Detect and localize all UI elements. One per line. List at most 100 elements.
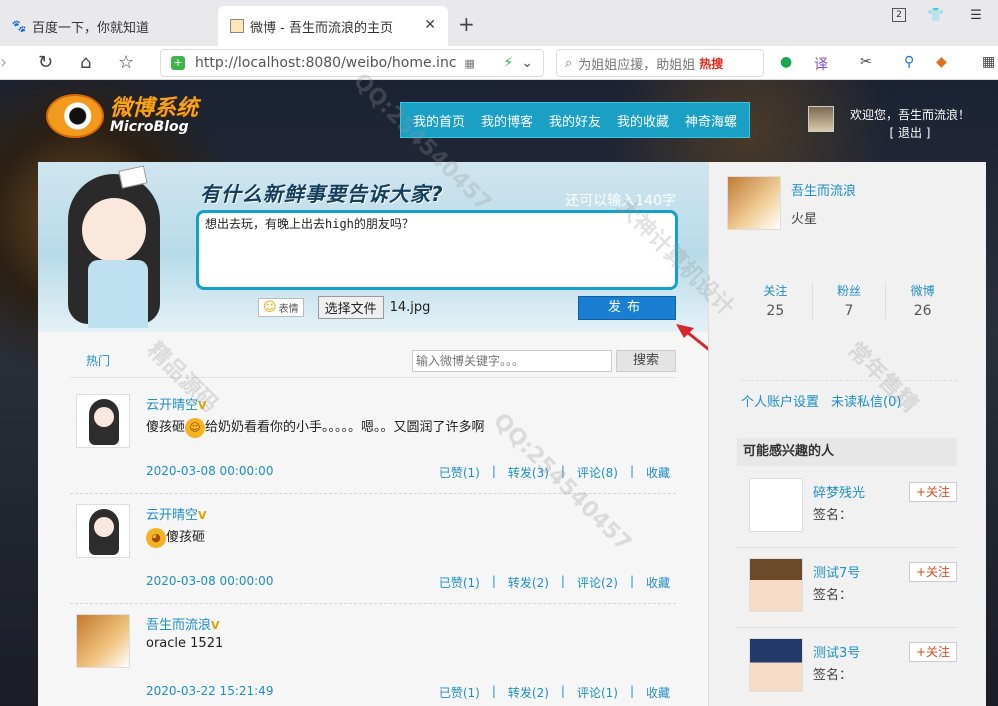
shirt-icon[interactable]: 👕	[926, 8, 946, 23]
post-author-name[interactable]: 吾生而流浪	[146, 618, 211, 633]
like-link[interactable]: 已赞(1)	[439, 684, 480, 701]
choose-file-button[interactable]: 选择文件	[317, 296, 384, 319]
stat-following[interactable]: 关注 25	[739, 282, 813, 319]
new-tab-button[interactable]: +	[458, 12, 475, 36]
back-icon[interactable]: ›	[0, 52, 7, 73]
tab-weibo[interactable]: 微博 - 吾生而流浪的主页 ✕	[218, 6, 448, 46]
post-text-after: 傻孩砸	[166, 530, 206, 545]
verified-badge: V	[198, 399, 207, 412]
suggestion-item: 碎梦残光 签名： +关注	[737, 468, 957, 548]
stat-fans[interactable]: 粉丝 7	[813, 282, 887, 319]
suggestion-name[interactable]: 测试7号	[813, 562, 860, 581]
favorite-link[interactable]: 收藏	[646, 684, 670, 701]
like-link[interactable]: 已赞(1)	[439, 574, 480, 591]
profile-location: 火星	[791, 212, 818, 227]
publisher-panel: 有什么新鲜事要告诉大家? 还可以输入140字 想出去玩，有晚上出去high的朋友…	[38, 162, 708, 332]
publisher-slogan: 有什么新鲜事要告诉大家?	[200, 182, 444, 206]
favorite-link[interactable]: 收藏	[646, 574, 670, 591]
suggestion-name[interactable]: 测试3号	[813, 642, 860, 661]
post-date[interactable]: 2020-03-08 00:00:00	[146, 574, 273, 588]
follow-button[interactable]: +关注	[909, 562, 957, 582]
repost-link[interactable]: 转发(3)	[508, 464, 549, 481]
repost-link[interactable]: 转发(2)	[508, 684, 549, 701]
browser-search[interactable]: ⌕ 为姐姐应援，助姐姐 热搜	[556, 49, 764, 77]
post-actions: 已赞(1) | 转发(2) | 评论(1) | 收藏	[438, 684, 670, 701]
comment-link[interactable]: 评论(2)	[577, 574, 618, 591]
post-author-name[interactable]: 云开晴空	[146, 508, 198, 523]
welcome-text: 欢迎您，吾生而流浪！	[850, 108, 971, 122]
suggestion-avatar[interactable]	[749, 558, 803, 612]
star-icon[interactable]: ☆	[118, 52, 134, 73]
translate-icon[interactable]: 译	[814, 54, 828, 74]
nav-blog[interactable]: 我的博客	[481, 111, 533, 130]
publish-button[interactable]: 发布	[578, 296, 676, 320]
apps-grid-icon[interactable]: ▦	[982, 54, 995, 70]
post-actions: 已赞(1) | 转发(2) | 评论(2) | 收藏	[438, 574, 670, 591]
site-logo[interactable]: 微博系统 MicroBlog	[46, 94, 198, 138]
nav-favorites[interactable]: 我的收藏	[617, 111, 669, 130]
suggestion-sign: 签名：	[813, 668, 853, 683]
url-bar[interactable]: + http://localhost:8080/weibo/home.inc ▦…	[160, 49, 544, 77]
scissors-icon[interactable]: ✂	[860, 54, 872, 70]
favorite-link[interactable]: 收藏	[646, 464, 670, 481]
repost-link[interactable]: 转发(2)	[508, 574, 549, 591]
tab-baidu[interactable]: 🐾 百度一下，你就知道	[0, 6, 216, 46]
post-avatar[interactable]	[76, 504, 130, 558]
post-date[interactable]: 2020-03-22 15:21:49	[146, 684, 273, 698]
profile-avatar[interactable]	[727, 176, 781, 230]
feed-search-input[interactable]	[412, 349, 612, 372]
logout-link[interactable]: [ 退出 ]	[850, 124, 970, 142]
stat-value: 25	[766, 303, 785, 319]
comment-link[interactable]: 评论(1)	[577, 684, 618, 701]
post-author[interactable]: 云开晴空V	[146, 504, 207, 523]
feed-search-button[interactable]: 搜索	[616, 349, 676, 372]
post-avatar[interactable]	[76, 394, 130, 448]
post-author-name[interactable]: 云开晴空	[146, 398, 198, 413]
emoji-button[interactable]: ☺ 表情	[258, 298, 304, 317]
post-author[interactable]: 吾生而流浪V	[146, 614, 220, 633]
like-link[interactable]: 已赞(1)	[439, 464, 480, 481]
chevron-down-icon[interactable]: ⌄	[521, 55, 533, 71]
follow-button[interactable]: +关注	[909, 642, 957, 662]
feed-search-row: 热门 搜索	[70, 344, 676, 378]
comment-link[interactable]: 评论(8)	[577, 464, 618, 481]
qr-icon[interactable]: ▦	[465, 57, 475, 70]
hot-link[interactable]: 热门	[86, 352, 110, 369]
nav-home[interactable]: 我的首页	[413, 111, 465, 130]
stat-value: 7	[844, 303, 854, 319]
bolt-icon[interactable]: ⚡	[503, 55, 513, 71]
account-settings-link[interactable]: 个人账户设置	[741, 391, 819, 410]
follow-button[interactable]: +关注	[909, 482, 957, 502]
reload-icon[interactable]: ↻	[38, 52, 53, 73]
green-ext-icon[interactable]: ●	[780, 54, 792, 70]
search-ext-icon[interactable]: ⚲	[904, 54, 914, 70]
post-text: oracle 1521	[146, 636, 223, 651]
profile-name[interactable]: 吾生而流浪	[791, 180, 856, 199]
avatar[interactable]	[808, 106, 834, 132]
suggestions-title: 可能感兴趣的人	[737, 438, 957, 466]
post-date[interactable]: 2020-03-08 00:00:00	[146, 464, 273, 478]
post-author[interactable]: 云开晴空V	[146, 394, 207, 413]
post-avatar[interactable]	[76, 614, 130, 668]
suggestion-avatar[interactable]	[749, 478, 803, 532]
suggestion-name[interactable]: 碎梦残光	[813, 482, 865, 501]
girl-illustration	[50, 164, 190, 330]
menu-icon[interactable]: ☰	[966, 8, 986, 23]
browser-tab-bar: 🐾 百度一下，你就知道 微博 - 吾生而流浪的主页 ✕ + 2 👕 ☰	[0, 0, 998, 46]
home-icon[interactable]: ⌂	[80, 52, 91, 73]
publish-textarea[interactable]: 想出去玩，有晚上出去high的朋友吗？	[196, 210, 678, 290]
suggestion-sign: 签名：	[813, 588, 853, 603]
suggestion-avatar[interactable]	[749, 638, 803, 692]
hot-search-label[interactable]: 热搜	[699, 55, 723, 72]
file-name: 14.jpg	[389, 300, 431, 315]
game-icon[interactable]: ◆	[936, 54, 947, 70]
nav-friends[interactable]: 我的好友	[549, 111, 601, 130]
tab-counter[interactable]: 2	[892, 8, 906, 22]
stat-weibo[interactable]: 微博 26	[886, 282, 959, 319]
post-text: 傻孩砸 ☺ 给奶奶看看你的小手。。。。。嗯。。又圆润了许多啊	[146, 416, 485, 438]
unread-messages-link[interactable]: 未读私信(0)	[831, 391, 901, 410]
nav-magic-conch[interactable]: 神奇海螺	[685, 111, 737, 130]
close-tab-icon[interactable]: ✕	[424, 17, 436, 33]
dog-emoji-icon: ◕	[146, 527, 166, 548]
stat-label: 粉丝	[837, 284, 862, 298]
